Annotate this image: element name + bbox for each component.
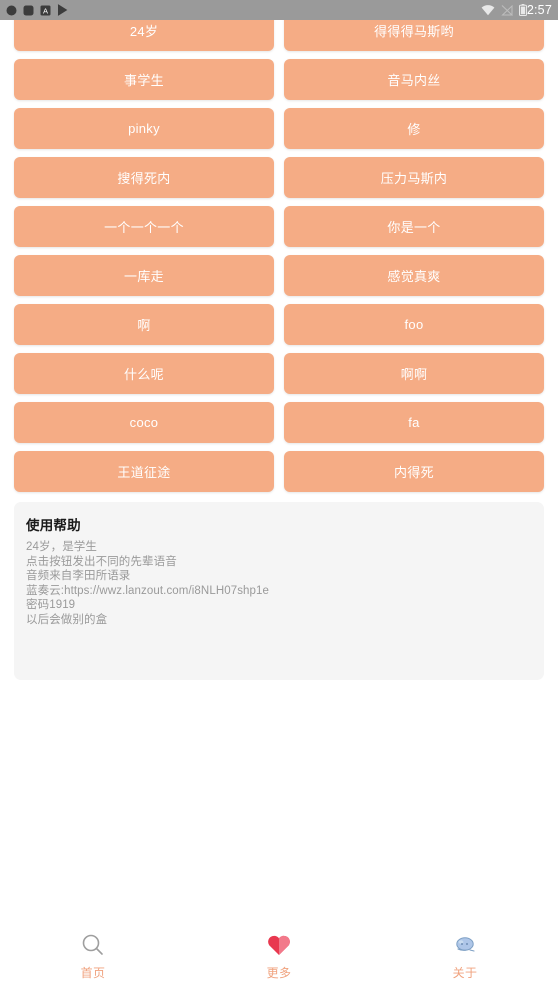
help-body: 24岁，是学生点击按钮发出不同的先辈语音 音频来自李田所语录蓝奏云:https:/… xyxy=(26,540,532,627)
help-title: 使用帮助 xyxy=(26,518,81,533)
soundboard-grid: 24岁 得得得马斯哟 事学生 音马内丝 pinky 修搜得死内 压力马斯内 一个一个一个 你是一… xyxy=(0,0,558,492)
wifi-icon xyxy=(481,4,495,16)
help-line: 蓝奏云:https://wwz.lanzout.com/i8NLH07shp1e xyxy=(26,584,270,597)
play-store-icon xyxy=(57,4,68,16)
notification-circle-icon xyxy=(6,5,17,16)
status-bar: A 2:57 xyxy=(0,0,558,20)
status-bar-right-icons xyxy=(481,4,527,16)
nav-item-label: 关于 xyxy=(452,966,478,980)
sound-button[interactable]: 什么呢 xyxy=(14,353,274,394)
sound-button[interactable]: 内得死 xyxy=(284,451,544,492)
scroll-content: 24岁 得得得马斯哟 事学生 音马内丝 pinky 修搜得死内 压力马斯内 一个一个一个 你是一… xyxy=(0,0,558,680)
nav-item-label: 更多 xyxy=(266,966,292,980)
nav-item-heart[interactable]: 更多 xyxy=(186,931,372,981)
search-icon xyxy=(79,931,107,959)
help-line: 以后会做别的盒 xyxy=(26,613,108,626)
sound-button[interactable]: 啊啊 xyxy=(284,353,544,394)
signal-off-icon xyxy=(501,4,513,16)
nav-item-label: 首页 xyxy=(80,966,106,980)
svg-text:A: A xyxy=(43,6,48,15)
nav-item-search[interactable]: 首页 xyxy=(0,931,186,981)
bottom-navigation: 首页 更多 关于 xyxy=(0,920,558,992)
sound-button[interactable]: 你是一个 xyxy=(284,206,544,247)
help-line: 音频来自李田所语录 xyxy=(26,570,131,582)
sound-button[interactable]: 事学生 xyxy=(14,59,274,100)
nav-item-cloud[interactable]: 关于 xyxy=(372,931,558,981)
cloud-icon xyxy=(451,931,479,959)
help-line: 点击按钮发出不同的先辈语音 xyxy=(26,555,177,568)
app-letter-a-icon: A xyxy=(40,5,51,16)
sound-button[interactable]: 一个一个一个 xyxy=(14,206,274,247)
sound-button[interactable]: 搜得死内 xyxy=(14,157,274,198)
help-line: 24岁，是学生 xyxy=(26,541,97,553)
sound-button[interactable]: 修 xyxy=(284,108,544,149)
sound-button[interactable]: foo xyxy=(284,304,544,345)
sound-button[interactable]: 一库走 xyxy=(14,255,274,296)
sound-button[interactable]: 王道征途 xyxy=(14,451,274,492)
help-line: 密码1919 xyxy=(26,599,76,611)
sound-button[interactable]: 音马内丝 xyxy=(284,59,544,100)
sound-button[interactable]: 感觉真爽 xyxy=(284,255,544,296)
sound-button[interactable]: pinky xyxy=(14,108,274,149)
status-bar-left-icons: A xyxy=(6,4,68,16)
sound-button[interactable]: fa xyxy=(284,402,544,443)
heart-icon xyxy=(265,931,293,959)
help-card: 使用帮助 24岁，是学生点击按钮发出不同的先辈语音 音频来自李田所语录蓝奏云:ht… xyxy=(14,502,544,680)
sound-button[interactable]: 啊 xyxy=(14,304,274,345)
sound-button[interactable]: 压力马斯内 xyxy=(284,157,544,198)
status-bar-clock: 2:57 xyxy=(526,3,552,17)
app-root: 24岁 得得得马斯哟 事学生 音马内丝 pinky 修搜得死内 压力马斯内 一个一个一个 你是一… xyxy=(0,0,558,992)
notification-square-icon xyxy=(23,5,34,16)
sound-button[interactable]: coco xyxy=(14,402,274,443)
battery-icon xyxy=(518,4,527,16)
